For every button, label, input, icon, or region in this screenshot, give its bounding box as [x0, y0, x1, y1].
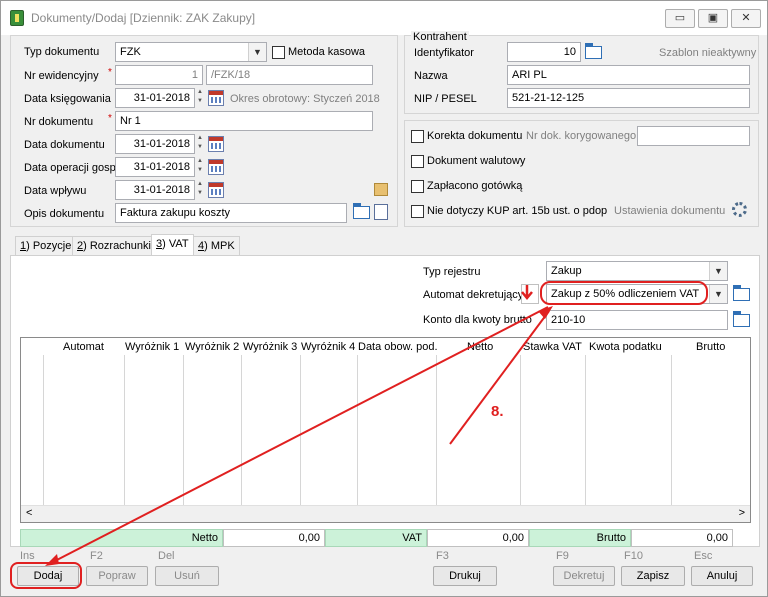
annotation-arrow	[50, 306, 549, 564]
highlight-ellipse	[10, 562, 82, 589]
step-number: 8.	[491, 403, 504, 420]
down-arrow-icon	[521, 285, 533, 300]
annotation-overlay: 8.	[10, 281, 708, 589]
arrowhead	[45, 554, 59, 566]
document-window: Dokumenty/Dodaj [Dziennik: ZAK Zakupy] ▭…	[0, 0, 768, 597]
highlight-ellipse	[540, 281, 708, 305]
